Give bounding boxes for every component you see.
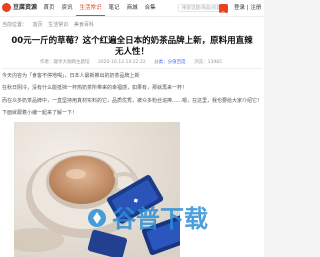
breadcrumb-life-tips[interactable]: 生活常识 [48, 22, 68, 28]
site-logo-icon[interactable] [2, 3, 11, 12]
article-meta: 作者：趣享大咖网主题馆 2020-10-12 14:22:22 分类：分值百度 … [40, 59, 229, 67]
article-time: 2020-10-12 14:22:22 [97, 60, 146, 65]
main-nav: 首页 资讯 生活常识 笔记 商城 合集 [40, 0, 159, 16]
nav-item-mall[interactable]: 商城 [123, 0, 141, 16]
watermark-logo-icon: 谷普下载 [88, 205, 208, 233]
article-views: 浏览：13983 [194, 60, 222, 65]
nav-item-notes[interactable]: 笔记 [105, 0, 123, 16]
article-category[interactable]: 分类：分值百度 [154, 60, 186, 65]
page: 豆腐资源 首页 资讯 生活常识 笔记 商城 合集 搜索话题/商品/问题 登录 |… [0, 0, 264, 257]
breadcrumb-prefix: 当前位置： [2, 22, 28, 28]
article-paragraph-2: 而在众多奶茶品牌中，一直坚持用真材实料的它，品质优秀，被众多粉丝追捧……嗯，在这… [2, 98, 263, 104]
site-name[interactable]: 豆腐资源 [13, 2, 37, 14]
login-register-link[interactable]: 登录 | 注册 [234, 2, 261, 14]
breadcrumb-home[interactable]: 首页 [33, 22, 43, 28]
article-title-line-2: 无人性！ [114, 47, 149, 57]
article-summary: 今天内容为「食客不停地喝」，日本人最新推出的奶茶品牌上新 [2, 73, 140, 79]
nav-item-news[interactable]: 资讯 [58, 0, 76, 16]
breadcrumb-food[interactable]: 美食百科 [74, 22, 94, 28]
article-paragraph-3: 下面就跟着小编一起来了解一下！ [2, 110, 78, 116]
nav-item-home[interactable]: 首页 [40, 0, 58, 16]
article-paragraph-1: 在秋日阴冷，没有什么能抵挡一杯热奶茶所带来的幸福感，如果有，那就再来一杯！ [2, 85, 188, 91]
breadcrumb: 当前位置： 首页 生活常识 美食百科 [2, 20, 98, 30]
watermark-text: 谷普下载 [112, 205, 208, 233]
search-icon[interactable] [219, 4, 228, 18]
top-navigation: 豆腐资源 首页 资讯 生活常识 笔记 商城 合集 搜索话题/商品/问题 登录 |… [0, 0, 264, 18]
watermark: 谷普下载 [85, 198, 215, 238]
search-input[interactable]: 搜索话题/商品/问题 [178, 4, 224, 12]
nav-item-collections[interactable]: 合集 [141, 0, 159, 16]
search-glyph-icon [220, 11, 227, 18]
divider [2, 68, 262, 69]
article-author[interactable]: 作者：趣享大咖网主题馆 [40, 60, 90, 65]
nav-item-life-tips[interactable]: 生活常识 [76, 0, 106, 16]
